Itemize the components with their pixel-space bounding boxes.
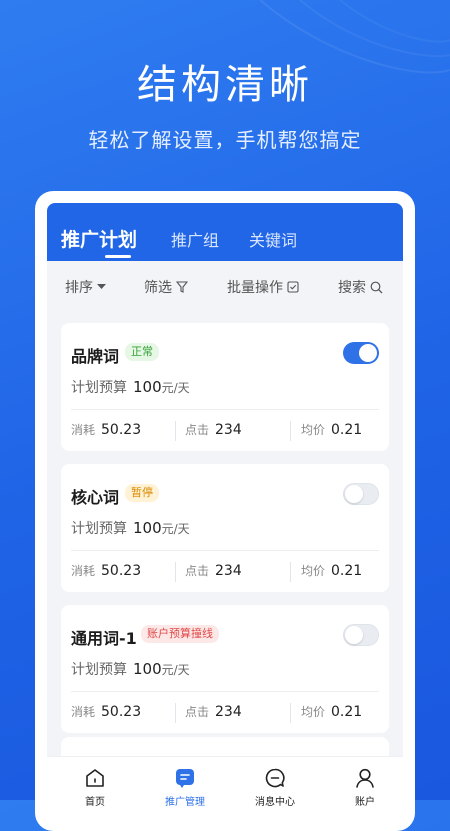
stat-separator [175, 703, 176, 723]
toggle-knob [345, 626, 363, 644]
budget-unit: 元/天 [161, 381, 190, 395]
hero-subtitle: 轻松了解设置，手机帮您搞定 [88, 128, 362, 152]
spend-label: 消耗 [71, 423, 96, 437]
avg-price-value: 0.21 [331, 704, 363, 720]
avg-price-value: 0.21 [331, 563, 363, 579]
filter-button[interactable]: 筛选 [144, 277, 188, 297]
clicks-label: 点击 [185, 423, 210, 437]
active-tab-indicator [105, 255, 131, 258]
nav-messages[interactable]: 消息中心 [235, 767, 315, 808]
avg-price-stat: 均价 0.21 [301, 562, 362, 579]
budget-value: 100 [133, 519, 162, 537]
budget-label: 计划预算 [71, 662, 127, 678]
filter-label: 筛选 [144, 280, 172, 296]
budget-value: 100 [133, 378, 162, 396]
stat-separator [175, 421, 176, 441]
nav-home[interactable]: 首页 [55, 767, 135, 808]
plan-toggle[interactable] [343, 342, 379, 364]
plan-name: 核心词 [71, 488, 120, 507]
search-label: 搜索 [338, 280, 366, 296]
nav-messages-label: 消息中心 [255, 797, 295, 808]
bottom-navigation: 首页 推广管理 消息中心 账户 [47, 756, 403, 823]
sort-label: 排序 [65, 280, 93, 296]
app-screen: 推广计划 推广组 关键词 排序 筛选 批量操作 搜索 品牌词 正常 计划预算 1… [47, 203, 403, 823]
plan-card[interactable]: 通用词-1 账户预算撞线 计划预算 100元/天 消耗 50.23 点击 234 均价… [61, 605, 389, 733]
spend-stat: 消耗 50.23 [71, 562, 141, 579]
home-icon [86, 769, 104, 787]
plan-toggle[interactable] [343, 483, 379, 505]
divider [71, 550, 379, 551]
search-icon [370, 281, 383, 293]
caret-down-icon [97, 284, 106, 289]
clicks-value: 234 [215, 563, 242, 579]
budget-label: 计划预算 [71, 521, 127, 537]
spend-value: 50.23 [101, 563, 142, 579]
avg-price-stat: 均价 0.21 [301, 421, 362, 438]
spend-value: 50.23 [101, 422, 142, 438]
clicks-value: 234 [215, 704, 242, 720]
toggle-knob [359, 344, 377, 362]
tab-groups[interactable]: 推广组 [171, 227, 219, 251]
avg-price-label: 均价 [301, 423, 326, 437]
tab-keywords[interactable]: 关键词 [249, 227, 297, 251]
budget-unit: 元/天 [161, 522, 190, 536]
stat-separator [290, 421, 291, 441]
filter-bar: 排序 筛选 批量操作 搜索 [47, 261, 403, 311]
plan-name: 通用词-1 [71, 629, 137, 648]
toggle-knob [345, 485, 363, 503]
clicks-value: 234 [215, 422, 242, 438]
status-badge: 暂停 [125, 484, 159, 502]
avg-price-value: 0.21 [331, 422, 363, 438]
nav-home-label: 首页 [85, 797, 105, 808]
avg-price-stat: 均价 0.21 [301, 703, 362, 720]
plan-card[interactable]: 核心词 暂停 计划预算 100元/天 消耗 50.23 点击 234 均价 0.21 [61, 464, 389, 592]
budget-value: 100 [133, 660, 162, 678]
budget-unit: 元/天 [161, 663, 190, 677]
spend-stat: 消耗 50.23 [71, 421, 141, 438]
tab-bar: 推广计划 推广组 关键词 [47, 203, 403, 261]
sort-button[interactable]: 排序 [65, 277, 106, 297]
stat-separator [290, 703, 291, 723]
stat-separator [175, 562, 176, 582]
nav-account[interactable]: 账户 [325, 767, 403, 808]
status-badge: 账户预算撞线 [141, 625, 219, 643]
nav-promo-management-label: 推广管理 [165, 797, 205, 808]
funnel-icon [176, 281, 188, 293]
plan-toggle[interactable] [343, 624, 379, 646]
batch-operation-label: 批量操作 [227, 280, 283, 296]
plan-card[interactable]: 品牌词 正常 计划预算 100元/天 消耗 50.23 点击 234 均价 0.21 [61, 323, 389, 451]
phone-frame: 推广计划 推广组 关键词 排序 筛选 批量操作 搜索 品牌词 正常 计划预算 1… [35, 191, 415, 831]
budget-label: 计划预算 [71, 380, 127, 396]
stat-separator [290, 562, 291, 582]
spend-value: 50.23 [101, 704, 142, 720]
checkbox-icon [287, 281, 299, 293]
avg-price-label: 均价 [301, 564, 326, 578]
tab-plans[interactable]: 推广计划 [61, 225, 137, 252]
spend-label: 消耗 [71, 564, 96, 578]
account-icon [356, 768, 374, 788]
divider [71, 691, 379, 692]
budget-row: 计划预算 100元/天 [71, 518, 190, 538]
budget-row: 计划预算 100元/天 [71, 377, 190, 397]
batch-operation-button[interactable]: 批量操作 [227, 277, 299, 297]
message-icon [265, 768, 285, 788]
promo-management-icon [176, 769, 194, 788]
spend-label: 消耗 [71, 705, 96, 719]
avg-price-label: 均价 [301, 705, 326, 719]
clicks-label: 点击 [185, 705, 210, 719]
clicks-stat: 点击 234 [185, 421, 242, 438]
nav-promo-management[interactable]: 推广管理 [145, 767, 225, 808]
status-badge: 正常 [125, 343, 159, 361]
clicks-stat: 点击 234 [185, 703, 242, 720]
budget-row: 计划预算 100元/天 [71, 659, 190, 679]
clicks-stat: 点击 234 [185, 562, 242, 579]
nav-account-label: 账户 [355, 797, 375, 808]
hero-title: 结构清晰 [137, 62, 313, 108]
spend-stat: 消耗 50.23 [71, 703, 141, 720]
clicks-label: 点击 [185, 564, 210, 578]
search-button[interactable]: 搜索 [338, 277, 383, 297]
divider [71, 409, 379, 410]
plan-name: 品牌词 [71, 347, 120, 366]
